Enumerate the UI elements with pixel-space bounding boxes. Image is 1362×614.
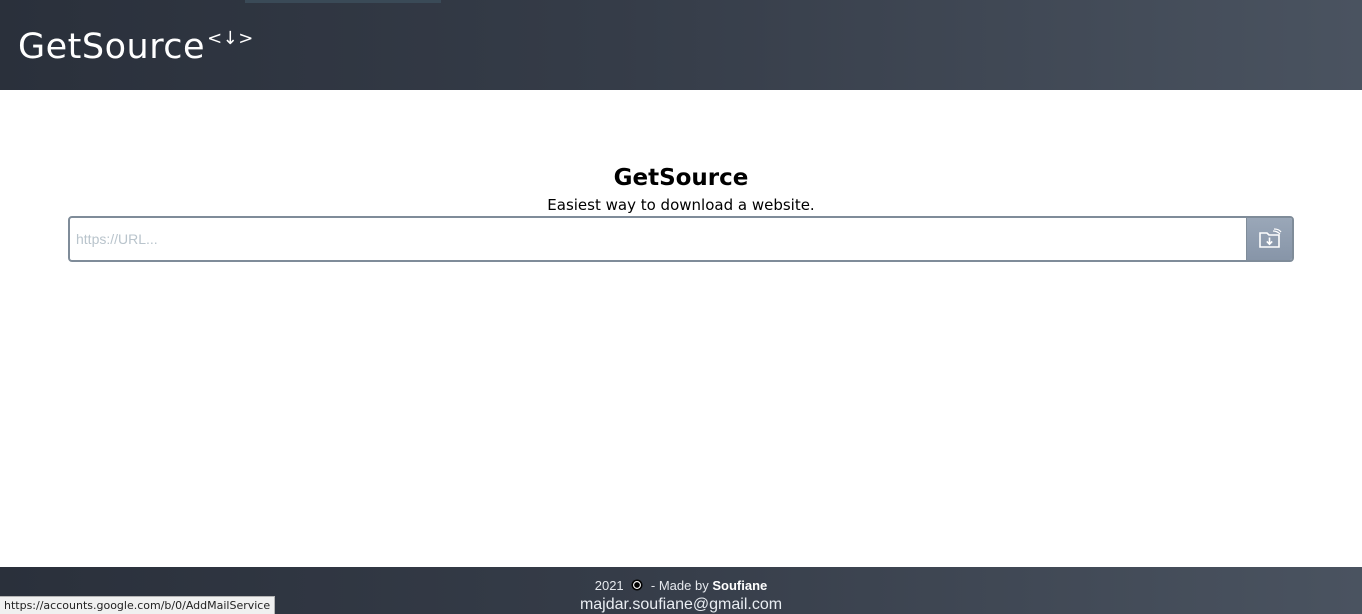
download-button[interactable] [1246, 218, 1292, 260]
page-title: GetSource [613, 165, 749, 191]
footer-author[interactable]: Soufiane [712, 578, 767, 593]
url-form [68, 216, 1294, 262]
header-accent-line [245, 0, 441, 3]
brand-logo[interactable]: GetSource <↓> [18, 26, 254, 74]
folder-download-icon [1258, 228, 1281, 248]
brand-name[interactable]: GetSource [18, 27, 205, 67]
page-subtitle: Easiest way to download a website. [547, 196, 815, 214]
footer-made-by: - Made by [650, 578, 709, 593]
site-header: GetSource <↓> [0, 0, 1362, 90]
browser-status-bar: https://accounts.google.com/b/0/AddMailS… [0, 596, 276, 614]
copyright-icon [631, 579, 643, 595]
brand-badge: <↓> [207, 28, 254, 49]
footer-credit: 2021 - Made by Soufiane [0, 578, 1362, 595]
url-input[interactable] [70, 218, 1246, 260]
footer-year: 2021 [594, 578, 624, 593]
